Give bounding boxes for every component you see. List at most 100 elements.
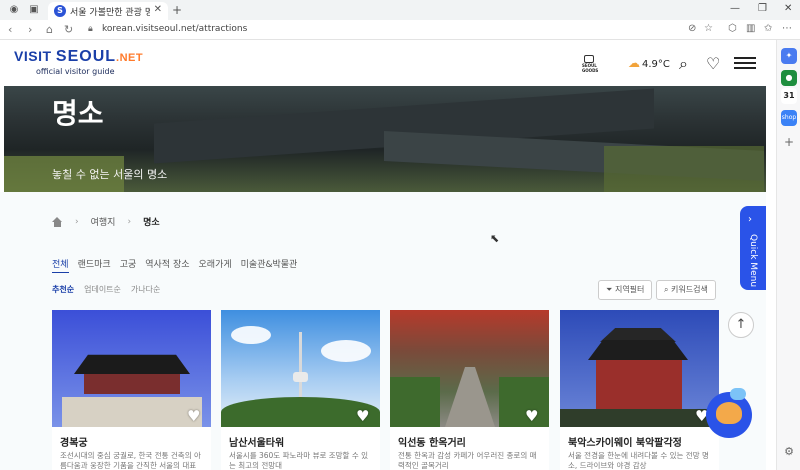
keyword-search-label: 키워드검색 bbox=[671, 285, 708, 294]
card-description: 조선시대의 중심 궁궐로, 한국 전통 건축의 아름다움과 웅장한 기품을 간직… bbox=[60, 451, 201, 470]
mouse-cursor-icon: ⬉ bbox=[490, 232, 500, 245]
attraction-card[interactable]: ♥ 북악스카이웨이 북악팔각정 서울 전경을 한눈에 내려다볼 수 있는 전망 … bbox=[560, 310, 719, 470]
add-panel-icon[interactable]: + bbox=[781, 134, 797, 150]
attraction-card[interactable]: ♥ 익선동 한옥거리 전통 한옥과 감성 카페가 어우러진 종로의 매력적인 골… bbox=[390, 310, 549, 470]
copilot-icon[interactable]: ✦ bbox=[781, 48, 797, 64]
category-tabs: 전체 랜드마크 고궁 역사적 장소 오래가게 미술관&박물관 bbox=[52, 257, 297, 273]
sort-updated[interactable]: 업데이트순 bbox=[84, 284, 121, 295]
attraction-card[interactable]: ♥ 남산서울타워 서울시를 360도 파노라마 뷰로 조망할 수 있는 최고의 … bbox=[221, 310, 380, 470]
card-description: 서울시를 360도 파노라마 뷰로 조망할 수 있는 최고의 전망대 bbox=[229, 451, 369, 470]
browser-tab-active[interactable]: S 서울 가볼만한 관광 명소 | ✕ bbox=[48, 2, 168, 20]
card-image-bukak-palgakjeong: ♥ bbox=[560, 310, 719, 427]
page-subtitle: 놓칠 수 없는 서울의 명소 bbox=[52, 168, 168, 181]
favorite-heart-icon[interactable]: ♥ bbox=[356, 409, 372, 424]
shop-icon[interactable]: shop bbox=[781, 110, 797, 126]
card-image-namsan-tower: ♥ bbox=[221, 310, 380, 427]
sort-alphabetical[interactable]: 가나다순 bbox=[131, 284, 160, 295]
tab-all[interactable]: 전체 bbox=[52, 257, 69, 273]
search-icon[interactable]: ⌕ bbox=[679, 54, 688, 74]
scroll-top-button[interactable]: ↑ bbox=[728, 312, 754, 338]
page-title: 명소 bbox=[52, 97, 104, 130]
card-title: 익선동 한옥거리 bbox=[398, 438, 466, 449]
card-image-gyeongbokgung: ♥ bbox=[52, 310, 211, 427]
site-header: VISIT SEOUL.NET official visitor guide S… bbox=[0, 40, 766, 86]
tab-actions-icon[interactable]: ▣ bbox=[28, 4, 40, 16]
chevron-right-icon: › bbox=[75, 216, 79, 227]
favorites-icon[interactable]: ✩ bbox=[764, 23, 772, 34]
home-icon[interactable]: ⌂ bbox=[46, 23, 53, 36]
tab-title: 서울 가볼만한 관광 명소 | bbox=[70, 8, 150, 18]
breadcrumb-travel[interactable]: 여행지 bbox=[91, 215, 116, 228]
logo-seoul-text: SEOUL bbox=[55, 48, 117, 65]
favorite-heart-icon[interactable]: ♥ bbox=[187, 409, 203, 424]
maximize-icon[interactable]: ❐ bbox=[758, 3, 767, 14]
hero-trees-right bbox=[604, 146, 764, 192]
back-icon[interactable]: ‹ bbox=[8, 23, 12, 36]
region-filter-button[interactable]: ⏷ 지역필터 bbox=[598, 280, 653, 300]
favorite-heart-icon[interactable]: ♥ bbox=[525, 409, 541, 424]
more-options-icon[interactable]: ⋯ bbox=[782, 23, 792, 34]
browser-tab-bar: ◉ ▣ S 서울 가볼만한 관광 명소 | ✕ + — ❐ ✕ bbox=[0, 0, 800, 20]
temperature-text: 4.9°C bbox=[642, 59, 670, 70]
chatbot-mascot-icon bbox=[716, 402, 742, 424]
settings-gear-icon[interactable]: ⚙ bbox=[781, 444, 797, 460]
calendar-icon[interactable]: 31 bbox=[781, 88, 797, 104]
chatbot-button[interactable] bbox=[706, 392, 752, 438]
logo-net-text: .NET bbox=[116, 52, 144, 64]
url-field[interactable]: korean.visitseoul.net/attractions bbox=[102, 24, 247, 34]
site-logo[interactable]: VISIT SEOUL.NET official visitor guide bbox=[14, 48, 143, 76]
extensions-icon[interactable]: ⬡ bbox=[728, 23, 737, 34]
logo-visit-text: VISIT bbox=[14, 48, 52, 64]
card-description: 전통 한옥과 감성 카페가 어우러진 종로의 매력적인 골목거리 bbox=[398, 451, 537, 470]
refresh-icon[interactable]: ↻ bbox=[64, 23, 73, 36]
card-image-ikseondong: ♥ bbox=[390, 310, 549, 427]
forward-icon[interactable]: › bbox=[28, 23, 32, 36]
quick-menu-label: Quick Menu bbox=[748, 234, 758, 288]
profile-icon[interactable]: ◉ bbox=[8, 4, 20, 16]
browser-side-panel: ✦ ● 31 shop + ⚙ bbox=[776, 40, 800, 470]
search-small-icon: ⌕ bbox=[664, 285, 669, 294]
tab-historic[interactable]: 역사적 장소 bbox=[145, 257, 189, 273]
window-close-icon[interactable]: ✕ bbox=[784, 3, 792, 14]
weather-cloud-icon: ☁ bbox=[628, 56, 640, 70]
tab-old-shops[interactable]: 오래가게 bbox=[199, 257, 232, 273]
hero-banner: 명소 놓칠 수 없는 서울의 명소 bbox=[4, 86, 766, 192]
home-breadcrumb-icon[interactable] bbox=[52, 216, 63, 227]
tab-close-icon[interactable]: ✕ bbox=[154, 4, 162, 15]
tab-landmark[interactable]: 랜드마크 bbox=[78, 257, 111, 273]
region-filter-label: 지역필터 bbox=[614, 285, 645, 294]
main-content: › 여행지 › 명소 전체 랜드마크 고궁 역사적 장소 오래가게 미술관&박물… bbox=[0, 192, 766, 470]
sort-recommended[interactable]: 추천순 bbox=[52, 284, 74, 295]
weather-widget[interactable]: ☁ 4.9°C bbox=[628, 56, 670, 70]
shopping-bag-icon bbox=[584, 55, 594, 63]
keyword-search-button[interactable]: ⌕ 키워드검색 bbox=[656, 280, 716, 300]
tracking-icon[interactable]: ⊘ bbox=[688, 23, 696, 34]
logo-tagline: official visitor guide bbox=[36, 67, 115, 76]
heart-icon[interactable]: ♡ bbox=[706, 54, 720, 73]
favorite-star-icon[interactable]: ☆ bbox=[704, 23, 713, 34]
filter-icon: ⏷ bbox=[606, 285, 613, 294]
attraction-card[interactable]: ♥ 경복궁 조선시대의 중심 궁궐로, 한국 전통 건축의 아름다움과 웅장한 … bbox=[52, 310, 211, 470]
profile-badge-icon[interactable]: ● bbox=[781, 70, 797, 86]
chat-bubble-icon bbox=[730, 388, 746, 400]
card-title: 경복궁 bbox=[60, 438, 88, 449]
breadcrumb-attractions: 명소 bbox=[143, 218, 160, 228]
card-title: 남산서울타워 bbox=[229, 438, 285, 449]
sort-tabs: 추천순 업데이트순 가나다순 bbox=[52, 284, 160, 295]
seoul-goods-button[interactable]: SEOUL GOODS bbox=[582, 55, 612, 73]
quick-menu-button[interactable]: › Quick Menu bbox=[740, 206, 766, 290]
site-favicon-icon: S bbox=[54, 5, 66, 17]
card-description: 서울 전경을 한눈에 내려다볼 수 있는 전망 명소, 드라이브와 야경 감상 bbox=[568, 451, 709, 470]
breadcrumb: › 여행지 › 명소 bbox=[52, 215, 160, 228]
tab-palace[interactable]: 고궁 bbox=[120, 257, 137, 273]
minimize-icon[interactable]: — bbox=[730, 3, 740, 14]
new-tab-icon[interactable]: + bbox=[172, 3, 182, 17]
tab-museums[interactable]: 미술관&박물관 bbox=[241, 257, 298, 273]
chevron-right-icon: › bbox=[748, 214, 752, 225]
lock-icon[interactable]: 🔒︎ bbox=[88, 24, 93, 34]
split-screen-icon[interactable]: ▥ bbox=[746, 23, 755, 34]
menu-icon[interactable] bbox=[734, 57, 756, 69]
chevron-right-icon: › bbox=[127, 216, 132, 227]
card-title: 북악스카이웨이 북악팔각정 bbox=[568, 438, 682, 449]
goods-label: SEOUL GOODS bbox=[582, 63, 599, 73]
